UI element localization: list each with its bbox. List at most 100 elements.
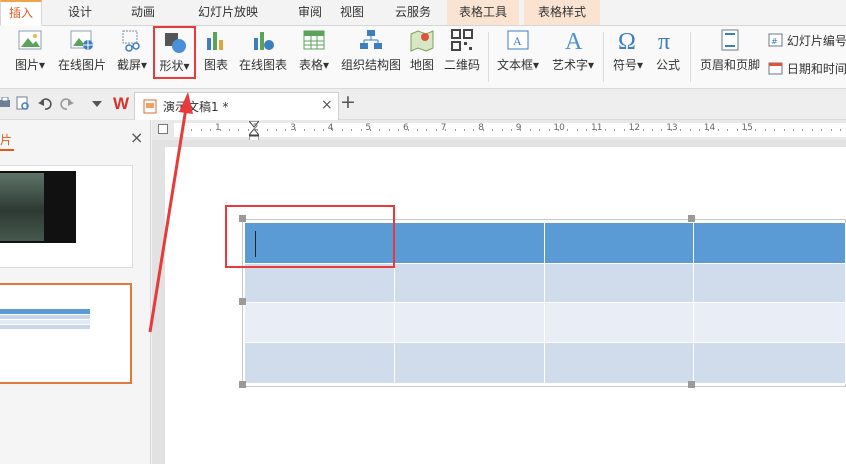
ruler-tick [699, 129, 700, 131]
table-header-cell[interactable] [395, 223, 545, 264]
resize-handle[interactable] [688, 215, 695, 222]
wordart-button[interactable]: A 艺术字▾ [548, 28, 598, 73]
org-chart-button[interactable]: 组织结构图 [340, 28, 402, 73]
picture-button[interactable]: 图片▾ [8, 28, 52, 73]
ruler-tick [623, 129, 625, 131]
thumbnail-table-row [0, 325, 90, 329]
ruler-label: 12 [628, 123, 641, 133]
thumbnail-table-row [0, 320, 90, 324]
tab-cloud[interactable]: 云服务 [383, 0, 443, 25]
table-cell[interactable] [545, 264, 694, 303]
table-header-cell[interactable] [545, 223, 694, 264]
symbol-label: 符号 [612, 58, 637, 72]
table-cell[interactable] [245, 264, 395, 303]
table-cell[interactable] [694, 264, 846, 303]
document-tab[interactable]: 演示文稿1 * × [134, 92, 339, 120]
tab-table-tools[interactable]: 表格工具 [447, 0, 519, 25]
table-cell[interactable] [545, 303, 694, 343]
qrcode-label: 二维码 [443, 58, 480, 72]
picture-label: 图片 [14, 58, 39, 72]
svg-text:Ω: Ω [618, 29, 636, 52]
table-header-cell[interactable] [694, 223, 846, 264]
document-title: 演示文稿1 * [163, 100, 229, 114]
ruler-tick [257, 129, 259, 131]
ruler-tick [276, 129, 277, 131]
online-picture-button[interactable]: 在线图片 [56, 28, 108, 73]
customize-dropdown-icon[interactable] [92, 101, 102, 108]
map-button[interactable]: 地图 [406, 28, 438, 73]
resize-handle[interactable] [239, 381, 246, 388]
chevron-down-icon: ▾ [532, 58, 540, 72]
print-preview-icon[interactable] [16, 96, 30, 111]
redo-icon[interactable] [60, 97, 74, 110]
close-tab-button[interactable]: × [321, 97, 333, 113]
slide-canvas[interactable] [165, 147, 846, 464]
thumbnail-photo [0, 173, 44, 241]
table-cell[interactable] [395, 303, 545, 343]
print-icon[interactable] [0, 97, 12, 111]
ruler-tick [811, 129, 813, 131]
resize-handle[interactable] [239, 298, 246, 305]
textbox-label: 文本框 [496, 58, 533, 72]
slide-thumbnail-2[interactable] [0, 283, 132, 384]
tab-view[interactable]: 视图 [330, 0, 374, 25]
textbox-button[interactable]: A 文本框▾ [494, 28, 542, 73]
chart-button[interactable]: 图表 [200, 28, 232, 73]
slide-number-button[interactable]: # 幻灯片编号 [768, 32, 846, 49]
shape-button[interactable]: 形状▾ [153, 26, 196, 79]
map-icon [410, 30, 434, 52]
close-panel-button[interactable]: × [130, 128, 143, 147]
tab-review[interactable]: 审阅 [288, 0, 332, 25]
ruler-tick [370, 129, 371, 131]
symbol-button[interactable]: Ω 符号▾ [609, 28, 647, 73]
header-footer-button[interactable]: 页眉和页脚 [698, 28, 762, 73]
wps-logo[interactable]: W [113, 94, 129, 114]
cell-highlight-box [225, 205, 395, 268]
table-cell[interactable] [395, 343, 545, 384]
tab-design[interactable]: 设计 [58, 0, 102, 25]
ruler-tick [520, 129, 522, 131]
ruler-tick [388, 129, 390, 131]
formula-label: 公式 [655, 58, 680, 72]
table-cell[interactable] [545, 343, 694, 384]
slide-thumbnail-1[interactable] [0, 165, 133, 268]
table-cell[interactable] [395, 264, 545, 303]
qrcode-button[interactable]: 二维码 [442, 28, 482, 73]
tab-stop-selector[interactable] [158, 124, 168, 134]
ruler-tick [567, 129, 569, 131]
tab-insert[interactable]: 插入 [0, 0, 42, 26]
chevron-down-icon: ▾ [322, 58, 330, 72]
table-button[interactable]: 表格▾ [294, 28, 334, 73]
online-chart-button[interactable]: 在线图表 [236, 28, 290, 73]
ruler-tick [304, 129, 306, 131]
undo-icon[interactable] [38, 97, 52, 110]
table-cell[interactable] [245, 303, 395, 343]
ruler-label: 4 [327, 123, 334, 133]
resize-handle[interactable] [688, 381, 695, 388]
ruler-tick [426, 129, 428, 131]
slide-number-label: 幻灯片编号 [786, 34, 846, 48]
tab-table-style[interactable]: 表格样式 [524, 0, 600, 25]
date-time-button[interactable]: 日期和时间 [768, 60, 846, 77]
table-cell[interactable] [694, 343, 846, 384]
ruler-label: 10 [553, 123, 565, 133]
tab-slideshow[interactable]: 幻灯片放映 [180, 0, 276, 25]
online-picture-icon [70, 30, 93, 50]
tab-animation[interactable]: 动画 [121, 0, 165, 25]
ruler-tick [774, 129, 776, 131]
ruler-tick [511, 129, 512, 131]
ruler-tick [398, 129, 400, 131]
screenshot-button[interactable]: 截屏▾ [112, 28, 152, 73]
ruler-label: 8 [478, 123, 484, 133]
ruler-tick [548, 129, 550, 131]
ruler-tick [464, 129, 465, 131]
ruler-tick [689, 129, 691, 131]
table-cell[interactable] [245, 343, 395, 384]
new-tab-button[interactable]: + [340, 91, 356, 113]
formula-button[interactable]: π 公式 [651, 28, 685, 73]
table-cell[interactable] [694, 303, 846, 343]
ruler-label: 1 [215, 123, 221, 133]
ribbon: 图片▾ 在线图片 截屏▾ 形状▾ 图表 在线图表 表格▾ 组织结构图 地图 二维… [0, 26, 846, 89]
horizontal-ruler[interactable]: 1 2 3 4 5 6 7 8 9 10 11 12 13 14 15 [152, 120, 846, 142]
ruler-tick [379, 129, 381, 131]
